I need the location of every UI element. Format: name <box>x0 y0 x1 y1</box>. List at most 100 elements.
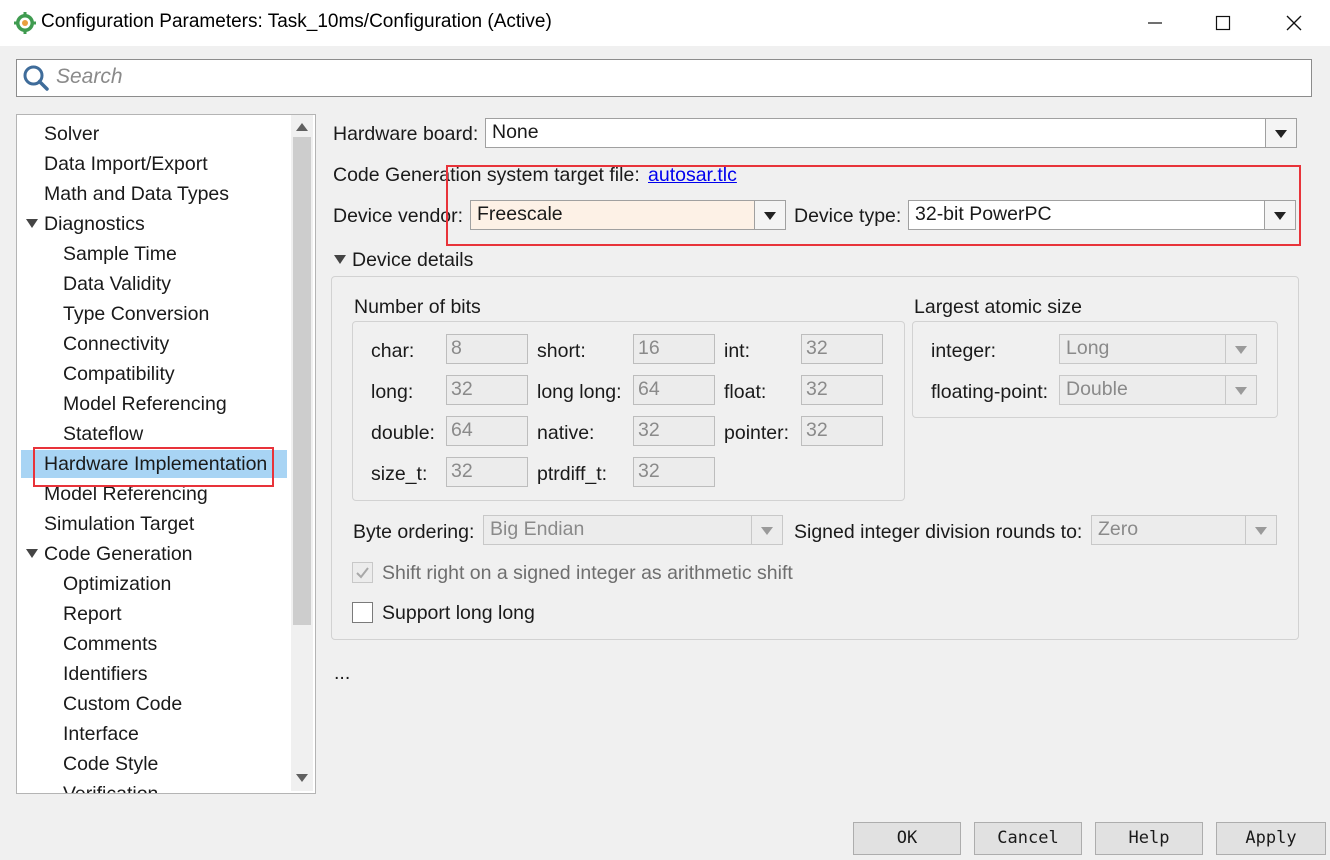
ok-button[interactable]: OK <box>853 822 961 855</box>
char-bits-field: 8 <box>446 334 528 364</box>
tree-item-code-style[interactable]: Code Style <box>63 749 158 779</box>
native-label: native: <box>537 422 595 444</box>
ellipsis-text: ... <box>334 662 351 684</box>
scroll-down-arrow-icon[interactable] <box>296 774 308 782</box>
tree-item-interface[interactable]: Interface <box>63 719 139 749</box>
atomic-integer-value: Long <box>1066 337 1110 359</box>
byte-ordering-value: Big Endian <box>490 518 585 540</box>
tree-item-sample-time[interactable]: Sample Time <box>63 239 177 269</box>
hardware-board-value: None <box>492 121 539 143</box>
float-bits-value: 32 <box>806 378 828 400</box>
chevron-down-icon <box>1245 516 1276 544</box>
window-title: Configuration Parameters: Task_10ms/Conf… <box>41 11 552 32</box>
tree-item-code-generation[interactable]: Code Generation <box>44 539 193 569</box>
cancel-button[interactable]: Cancel <box>974 822 1082 855</box>
maximize-icon <box>1215 15 1231 31</box>
largest-atomic-size-title: Largest atomic size <box>914 296 1082 318</box>
long-bits-field: 32 <box>446 375 528 405</box>
division-rounding-dropdown: Zero <box>1091 515 1277 545</box>
chevron-down-icon[interactable] <box>1265 119 1296 147</box>
tree-item-diagnostics[interactable]: Diagnostics <box>44 209 145 239</box>
number-of-bits-title: Number of bits <box>354 296 481 318</box>
size-t-bits-value: 32 <box>451 460 473 482</box>
atomic-float-value: Double <box>1066 378 1128 400</box>
shift-right-label: Shift right on a signed integer as arith… <box>382 562 793 584</box>
atomic-integer-dropdown: Long <box>1059 334 1257 364</box>
chevron-down-icon <box>751 516 782 544</box>
double-bits-field: 64 <box>446 416 528 446</box>
tree-item-math-and-data-types[interactable]: Math and Data Types <box>44 179 229 209</box>
device-details-header[interactable]: Device details <box>352 249 473 272</box>
short-label: short: <box>537 340 586 362</box>
char-label: char: <box>371 340 415 362</box>
int-bits-value: 32 <box>806 337 828 359</box>
atomic-integer-label: integer: <box>931 340 997 362</box>
annotation-highlight-box <box>33 447 274 487</box>
tree-item-identifiers[interactable]: Identifiers <box>63 659 148 689</box>
pointer-bits-value: 32 <box>806 419 828 441</box>
tree-item-compatibility[interactable]: Compatibility <box>63 359 175 389</box>
tree-scroll-thumb[interactable] <box>293 137 311 625</box>
close-icon <box>1286 15 1302 31</box>
long-long-label: long long: <box>537 381 622 403</box>
hardware-board-label: Hardware board: <box>333 123 479 145</box>
apply-button[interactable]: Apply <box>1216 822 1326 855</box>
hardware-board-dropdown[interactable]: None <box>485 118 1297 148</box>
tree-item-comments[interactable]: Comments <box>63 629 157 659</box>
tree-item-data-import-export[interactable]: Data Import/Export <box>44 149 208 179</box>
tree-item-data-validity[interactable]: Data Validity <box>63 269 171 299</box>
division-rounding-label: Signed integer division rounds to: <box>794 521 1083 543</box>
chevron-down-icon <box>1225 376 1256 404</box>
search-input[interactable] <box>56 62 1296 92</box>
tree-item-solver[interactable]: Solver <box>44 119 99 149</box>
gear-app-icon <box>14 12 36 34</box>
atomic-float-dropdown: Double <box>1059 375 1257 405</box>
tree-item-report[interactable]: Report <box>63 599 122 629</box>
expand-caret-icon[interactable] <box>26 549 38 558</box>
pointer-bits-field: 32 <box>801 416 883 446</box>
help-button[interactable]: Help <box>1095 822 1203 855</box>
tree-item-diagnostics-model-referencing[interactable]: Model Referencing <box>63 389 227 419</box>
search-icon <box>23 65 49 91</box>
minimize-button[interactable] <box>1120 0 1190 46</box>
chevron-down-icon <box>1225 335 1256 363</box>
ptrdiff-t-bits-field: 32 <box>633 457 715 487</box>
tree-item-type-conversion[interactable]: Type Conversion <box>63 299 209 329</box>
native-bits-field: 32 <box>633 416 715 446</box>
device-vendor-label: Device vendor: <box>333 205 464 227</box>
expand-caret-icon[interactable] <box>26 219 38 228</box>
ptrdiff-t-label: ptrdiff_t: <box>537 463 608 485</box>
annotation-highlight-box <box>446 165 1301 246</box>
tree-item-verification[interactable]: Verification <box>63 779 158 793</box>
tree-item-simulation-target[interactable]: Simulation Target <box>44 509 194 539</box>
char-bits-value: 8 <box>451 337 462 359</box>
tree-item-stateflow[interactable]: Stateflow <box>63 419 143 449</box>
support-long-long-checkbox[interactable] <box>352 602 373 623</box>
tree-item-connectivity[interactable]: Connectivity <box>63 329 169 359</box>
double-label: double: <box>371 422 435 444</box>
support-long-long-label[interactable]: Support long long <box>382 602 535 625</box>
native-bits-value: 32 <box>638 419 660 441</box>
long-bits-value: 32 <box>451 378 473 400</box>
scroll-up-arrow-icon[interactable] <box>296 123 308 131</box>
int-label: int: <box>724 340 751 362</box>
size-t-label: size_t: <box>371 463 428 485</box>
maximize-button[interactable] <box>1188 0 1258 46</box>
float-bits-field: 32 <box>801 375 883 405</box>
double-bits-value: 64 <box>451 419 473 441</box>
checkmark-icon <box>356 567 369 579</box>
atomic-float-label: floating-point: <box>931 381 1049 403</box>
tree-item-custom-code[interactable]: Custom Code <box>63 689 182 719</box>
division-rounding-value: Zero <box>1098 518 1139 540</box>
long-long-bits-value: 64 <box>638 378 660 400</box>
tree-item-optimization[interactable]: Optimization <box>63 569 171 599</box>
collapse-caret-icon[interactable] <box>334 255 346 264</box>
shift-right-checkbox <box>352 562 373 583</box>
byte-ordering-label: Byte ordering: <box>353 521 475 543</box>
ptrdiff-t-bits-value: 32 <box>638 460 660 482</box>
minimize-icon <box>1148 22 1162 24</box>
int-bits-field: 32 <box>801 334 883 364</box>
pointer-label: pointer: <box>724 422 790 444</box>
float-label: float: <box>724 381 767 403</box>
close-button[interactable] <box>1259 0 1329 46</box>
